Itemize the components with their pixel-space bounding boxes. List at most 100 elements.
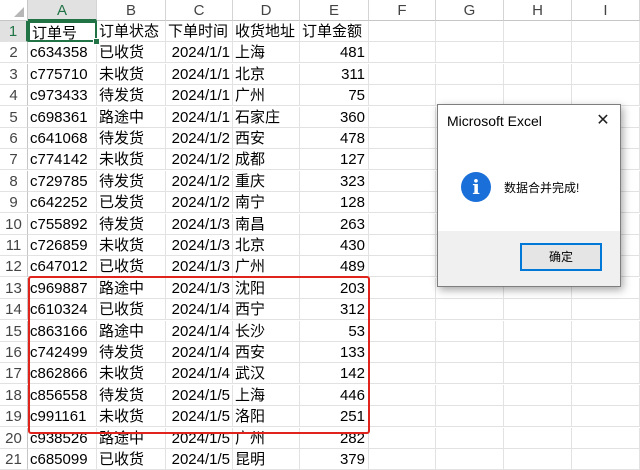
table-cell[interactable]: 360 bbox=[300, 106, 369, 128]
table-cell[interactable] bbox=[572, 449, 640, 470]
row-header-10[interactable]: 10 bbox=[0, 213, 28, 235]
table-cell[interactable] bbox=[369, 363, 436, 385]
table-cell[interactable]: 478 bbox=[300, 128, 369, 149]
table-cell[interactable]: c698361 bbox=[28, 106, 97, 128]
table-cell[interactable]: c641068 bbox=[28, 128, 97, 149]
row-header-2[interactable]: 2 bbox=[0, 42, 28, 64]
table-cell[interactable] bbox=[436, 320, 504, 342]
table-cell[interactable] bbox=[436, 42, 504, 64]
row-header-7[interactable]: 7 bbox=[0, 149, 28, 171]
table-cell[interactable]: 待发货 bbox=[97, 213, 166, 235]
table-cell[interactable] bbox=[572, 320, 640, 342]
table-cell[interactable]: 323 bbox=[300, 170, 369, 192]
table-cell[interactable]: 北京 bbox=[233, 63, 300, 85]
table-cell[interactable]: 待发货 bbox=[97, 170, 166, 192]
table-cell[interactable] bbox=[369, 256, 436, 278]
table-cell[interactable]: 489 bbox=[300, 256, 369, 278]
table-cell[interactable]: 未收货 bbox=[97, 235, 166, 256]
table-cell[interactable]: 2024/1/2 bbox=[166, 170, 233, 192]
table-cell[interactable]: 未收货 bbox=[97, 63, 166, 85]
column-header-F[interactable]: F bbox=[369, 0, 436, 21]
table-cell[interactable]: 2024/1/2 bbox=[166, 128, 233, 149]
table-cell[interactable]: 2024/1/1 bbox=[166, 42, 233, 64]
table-cell[interactable]: 石家庄 bbox=[233, 106, 300, 128]
table-cell[interactable]: 2024/1/2 bbox=[166, 192, 233, 214]
table-cell[interactable] bbox=[369, 192, 436, 214]
table-cell[interactable]: 2024/1/1 bbox=[166, 63, 233, 85]
row-header-11[interactable]: 11 bbox=[0, 235, 28, 256]
table-cell[interactable]: c634358 bbox=[28, 42, 97, 64]
table-cell[interactable] bbox=[572, 63, 640, 85]
table-cell[interactable]: c729785 bbox=[28, 170, 97, 192]
table-cell[interactable]: c685099 bbox=[28, 449, 97, 470]
table-cell[interactable] bbox=[436, 406, 504, 428]
table-cell[interactable]: 2024/1/2 bbox=[166, 149, 233, 171]
table-cell[interactable]: 2024/1/3 bbox=[166, 235, 233, 256]
table-cell[interactable]: 已收货 bbox=[97, 42, 166, 64]
table-cell[interactable]: 已收货 bbox=[97, 449, 166, 470]
table-cell[interactable]: 481 bbox=[300, 42, 369, 64]
table-cell[interactable]: 430 bbox=[300, 235, 369, 256]
table-cell[interactable]: c642252 bbox=[28, 192, 97, 214]
header-cell[interactable] bbox=[504, 21, 572, 42]
table-cell[interactable] bbox=[504, 42, 572, 64]
row-header-21[interactable]: 21 bbox=[0, 449, 28, 470]
header-cell[interactable]: 下单时间 bbox=[166, 21, 233, 42]
table-cell[interactable]: c647012 bbox=[28, 256, 97, 278]
table-cell[interactable] bbox=[369, 406, 436, 428]
table-cell[interactable]: c726859 bbox=[28, 235, 97, 256]
table-cell[interactable]: 待发货 bbox=[97, 128, 166, 149]
table-cell[interactable]: 上海 bbox=[233, 42, 300, 64]
row-header-5[interactable]: 5 bbox=[0, 106, 28, 128]
table-cell[interactable] bbox=[504, 427, 572, 449]
table-cell[interactable] bbox=[436, 384, 504, 406]
table-cell[interactable]: 南昌 bbox=[233, 213, 300, 235]
table-cell[interactable] bbox=[369, 85, 436, 107]
table-cell[interactable]: 75 bbox=[300, 85, 369, 107]
table-cell[interactable] bbox=[572, 427, 640, 449]
table-cell[interactable] bbox=[572, 363, 640, 385]
table-cell[interactable]: 2024/1/3 bbox=[166, 256, 233, 278]
table-cell[interactable] bbox=[504, 342, 572, 363]
table-cell[interactable]: c775710 bbox=[28, 63, 97, 85]
header-cell[interactable] bbox=[572, 21, 640, 42]
table-cell[interactable] bbox=[369, 342, 436, 363]
header-cell[interactable]: 收货地址 bbox=[233, 21, 300, 42]
table-cell[interactable] bbox=[369, 449, 436, 470]
column-header-G[interactable]: G bbox=[436, 0, 504, 21]
header-cell[interactable]: 订单号 bbox=[28, 21, 97, 42]
row-header-9[interactable]: 9 bbox=[0, 192, 28, 214]
table-cell[interactable] bbox=[369, 277, 436, 299]
table-cell[interactable] bbox=[572, 42, 640, 64]
table-cell[interactable]: 南宁 bbox=[233, 192, 300, 214]
table-cell[interactable] bbox=[436, 342, 504, 363]
table-cell[interactable] bbox=[572, 406, 640, 428]
table-cell[interactable] bbox=[369, 213, 436, 235]
column-header-C[interactable]: C bbox=[166, 0, 233, 21]
table-cell[interactable]: 2024/1/5 bbox=[166, 449, 233, 470]
table-cell[interactable] bbox=[369, 42, 436, 64]
table-cell[interactable] bbox=[504, 449, 572, 470]
row-header-12[interactable]: 12 bbox=[0, 256, 28, 278]
table-cell[interactable]: 2024/1/1 bbox=[166, 85, 233, 107]
table-cell[interactable] bbox=[369, 320, 436, 342]
column-header-H[interactable]: H bbox=[504, 0, 572, 21]
table-cell[interactable] bbox=[369, 170, 436, 192]
column-header-D[interactable]: D bbox=[233, 0, 300, 21]
row-header-19[interactable]: 19 bbox=[0, 406, 28, 428]
table-cell[interactable] bbox=[436, 299, 504, 321]
table-cell[interactable]: 已收货 bbox=[97, 256, 166, 278]
table-cell[interactable]: 2024/1/1 bbox=[166, 106, 233, 128]
table-cell[interactable] bbox=[369, 427, 436, 449]
table-cell[interactable]: c755892 bbox=[28, 213, 97, 235]
table-cell[interactable]: 127 bbox=[300, 149, 369, 171]
row-header-17[interactable]: 17 bbox=[0, 363, 28, 385]
table-cell[interactable] bbox=[369, 149, 436, 171]
row-header-15[interactable]: 15 bbox=[0, 320, 28, 342]
row-header-13[interactable]: 13 bbox=[0, 277, 28, 299]
table-cell[interactable] bbox=[504, 406, 572, 428]
row-header-20[interactable]: 20 bbox=[0, 427, 28, 449]
column-header-A[interactable]: A bbox=[28, 0, 97, 21]
column-header-I[interactable]: I bbox=[572, 0, 640, 21]
table-cell[interactable]: 成都 bbox=[233, 149, 300, 171]
